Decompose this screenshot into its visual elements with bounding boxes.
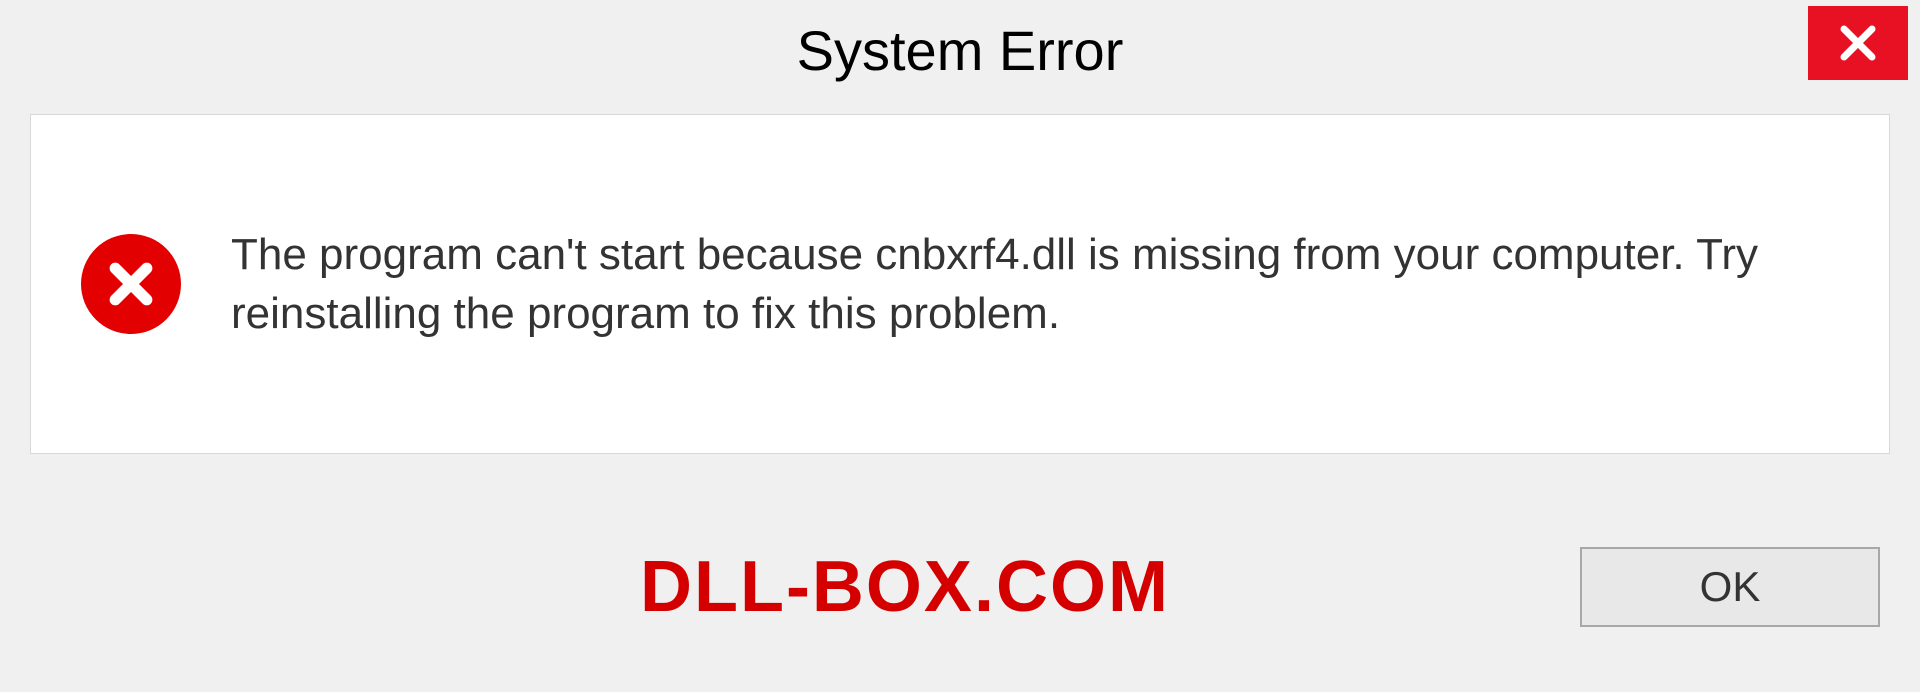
dialog-title: System Error bbox=[797, 18, 1124, 83]
close-icon bbox=[1837, 22, 1879, 64]
error-icon bbox=[81, 234, 181, 334]
ok-button-label: OK bbox=[1700, 563, 1761, 611]
title-bar: System Error bbox=[0, 0, 1920, 100]
error-message: The program can't start because cnbxrf4.… bbox=[231, 225, 1839, 344]
content-panel: The program can't start because cnbxrf4.… bbox=[30, 114, 1890, 454]
watermark-text: DLL-BOX.COM bbox=[640, 546, 1170, 628]
close-button[interactable] bbox=[1808, 6, 1908, 80]
ok-button[interactable]: OK bbox=[1580, 547, 1880, 627]
footer-area: DLL-BOX.COM OK bbox=[0, 512, 1920, 692]
